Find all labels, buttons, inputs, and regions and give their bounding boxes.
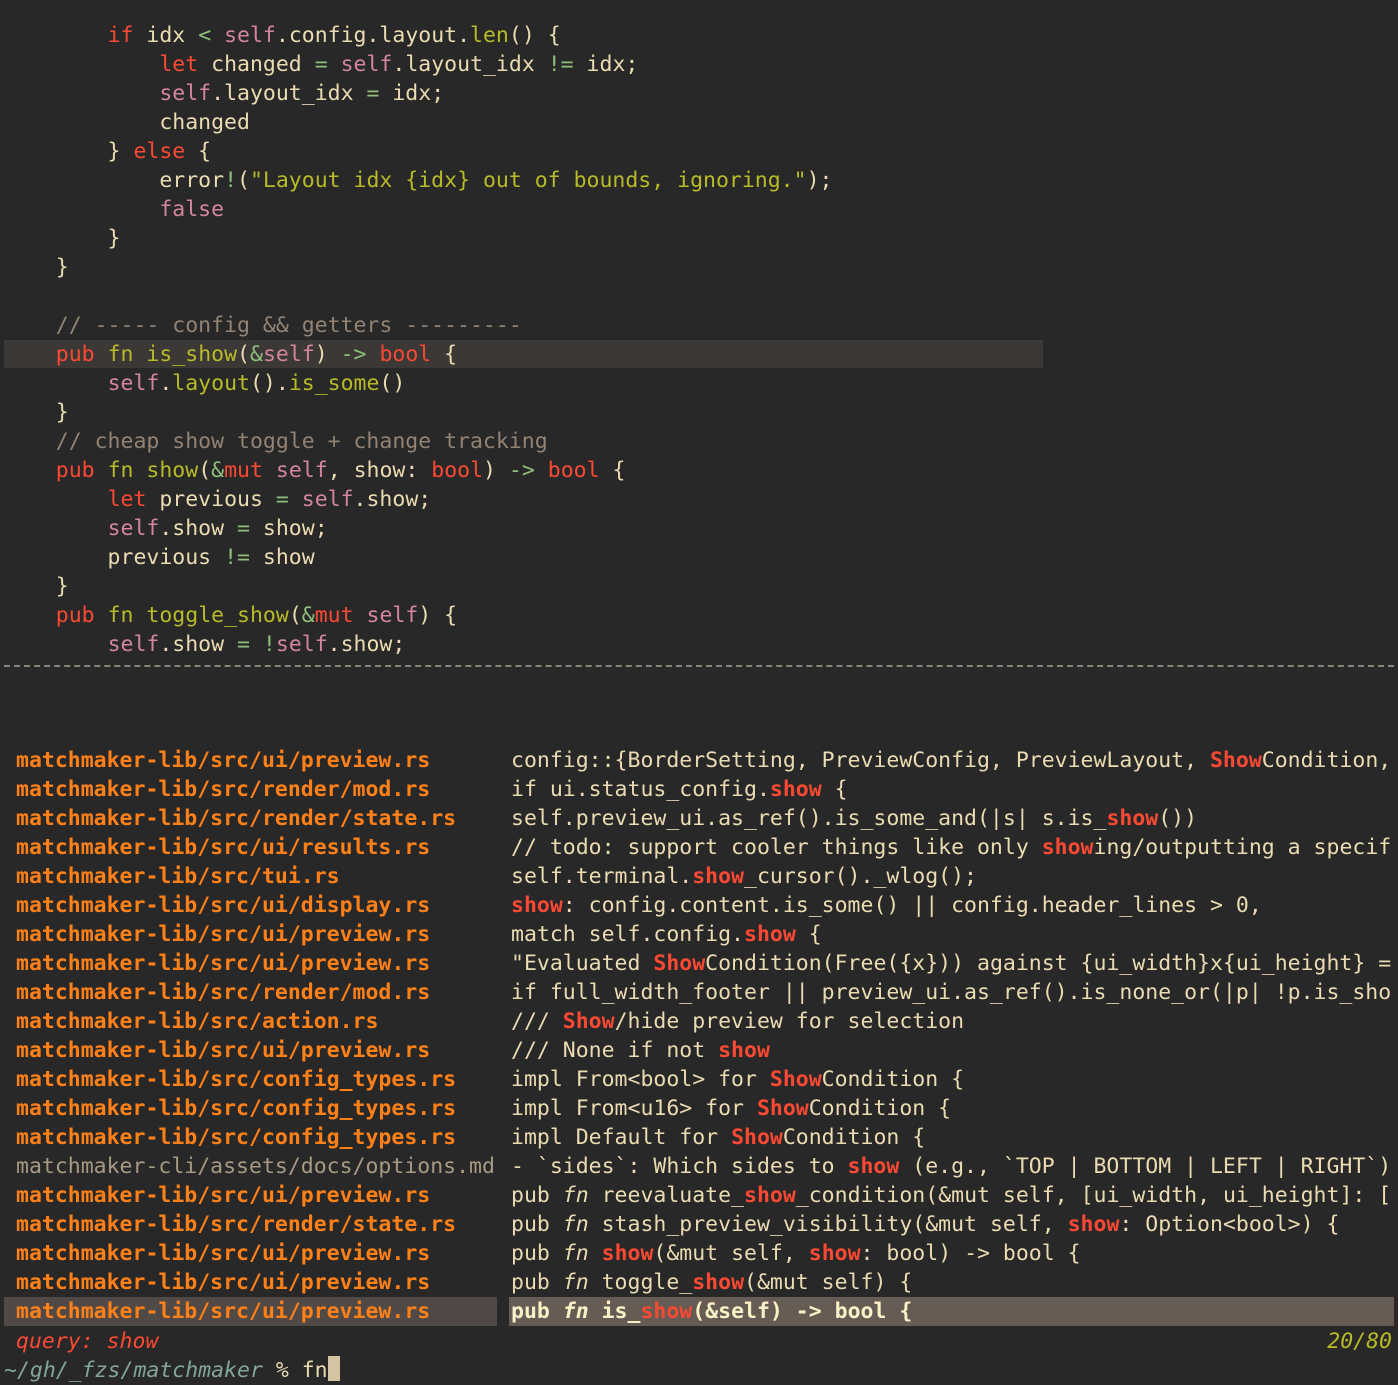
pane-separator xyxy=(4,665,1394,667)
result-match-text[interactable]: match self.config.show { xyxy=(511,920,1397,949)
result-file[interactable]: matchmaker-lib/src/ui/preview.rs xyxy=(16,746,430,775)
code-line[interactable]: } xyxy=(4,253,69,282)
code-line[interactable]: } xyxy=(4,572,69,601)
result-file[interactable]: matchmaker-lib/src/ui/preview.rs xyxy=(16,1268,430,1297)
cwd: ~/gh/_fzs/matchmaker xyxy=(4,1358,263,1383)
shell-prompt[interactable]: ~/gh/_fzs/matchmaker % fn xyxy=(4,1356,340,1385)
cursor xyxy=(327,1356,340,1381)
result-file[interactable]: matchmaker-lib/src/render/mod.rs xyxy=(16,775,430,804)
result-file[interactable]: matchmaker-lib/src/ui/preview.rs xyxy=(16,1297,430,1326)
result-file[interactable]: matchmaker-lib/src/render/mod.rs xyxy=(16,978,430,1007)
result-match-text[interactable]: impl From<u16> for ShowCondition { xyxy=(511,1094,1397,1123)
code-line[interactable]: changed xyxy=(4,108,250,137)
result-match-text[interactable]: pub fn reevaluate_show_condition(&mut se… xyxy=(511,1181,1397,1210)
result-file[interactable]: matchmaker-lib/src/config_types.rs xyxy=(16,1094,456,1123)
code-line[interactable]: pub fn is_show(&self) -> bool { xyxy=(4,340,457,369)
result-file[interactable]: matchmaker-lib/src/ui/results.rs xyxy=(16,833,430,862)
result-match-text[interactable]: - `sides`: Which sides to show (e.g., `T… xyxy=(511,1152,1397,1181)
result-match-text[interactable]: pub fn is_show(&self) -> bool { xyxy=(511,1297,1397,1326)
code-line[interactable]: self.layout_idx = idx; xyxy=(4,79,444,108)
code-line[interactable]: previous != show xyxy=(4,543,315,572)
code-line[interactable]: // ----- config && getters --------- xyxy=(4,311,522,340)
result-match-text[interactable]: self.preview_ui.as_ref().is_some_and(|s|… xyxy=(511,804,1397,833)
prompt-input[interactable]: fn xyxy=(302,1358,328,1383)
result-match-text[interactable]: config::{BorderSetting, PreviewConfig, P… xyxy=(511,746,1397,775)
result-match-text[interactable]: pub fn toggle_show(&mut self) { xyxy=(511,1268,1397,1297)
code-line[interactable]: pub fn toggle_show(&mut self) { xyxy=(4,601,457,630)
result-match-text[interactable]: "Evaluated ShowCondition(Free({x})) agai… xyxy=(511,949,1397,978)
code-line[interactable]: if idx < self.config.layout.len() { xyxy=(4,21,561,50)
code-line[interactable]: self.show = show; xyxy=(4,514,328,543)
result-file[interactable]: matchmaker-lib/src/ui/preview.rs xyxy=(16,1036,430,1065)
result-file[interactable]: matchmaker-lib/src/tui.rs xyxy=(16,862,340,891)
result-match-text[interactable]: show: config.content.is_some() || config… xyxy=(511,891,1397,920)
code-line[interactable]: pub fn show(&mut self, show: bool) -> bo… xyxy=(4,456,626,485)
result-match-text[interactable]: impl From<bool> for ShowCondition { xyxy=(511,1065,1397,1094)
result-file[interactable]: matchmaker-lib/src/config_types.rs xyxy=(16,1065,456,1094)
result-file[interactable]: matchmaker-lib/src/render/state.rs xyxy=(16,1210,456,1239)
result-match-text[interactable]: self.terminal.show_cursor()._wlog(); xyxy=(511,862,1397,891)
result-match-text[interactable]: // todo: support cooler things like only… xyxy=(511,833,1397,862)
code-line[interactable]: } xyxy=(4,224,121,253)
result-file[interactable]: matchmaker-cli/assets/docs/options.md xyxy=(16,1152,495,1181)
code-line[interactable]: false xyxy=(4,195,224,224)
query-label: query: show xyxy=(16,1329,159,1354)
result-match-text[interactable]: /// Show/hide preview for selection xyxy=(511,1007,1397,1036)
code-line[interactable]: self.show = !self.show; xyxy=(4,630,406,659)
code-line[interactable]: } xyxy=(4,398,69,427)
result-file[interactable]: matchmaker-lib/src/ui/preview.rs xyxy=(16,949,430,978)
code-line[interactable]: let changed = self.layout_idx != idx; xyxy=(4,50,638,79)
prompt-symbol: % xyxy=(262,1358,302,1383)
result-file[interactable]: matchmaker-lib/src/ui/display.rs xyxy=(16,891,430,920)
code-line[interactable]: // cheap show toggle + change tracking xyxy=(4,427,548,456)
result-file[interactable]: matchmaker-lib/src/config_types.rs xyxy=(16,1123,456,1152)
result-file[interactable]: matchmaker-lib/src/ui/preview.rs xyxy=(16,1239,430,1268)
result-match-text[interactable]: /// None if not show xyxy=(511,1036,1397,1065)
code-line[interactable]: error!("Layout idx {idx} out of bounds, … xyxy=(4,166,832,195)
result-match-text[interactable]: impl Default for ShowCondition { xyxy=(511,1123,1397,1152)
match-count: 20/80 xyxy=(1327,1329,1392,1354)
result-match-text[interactable]: pub fn stash_preview_visibility(&mut sel… xyxy=(511,1210,1397,1239)
code-line[interactable]: let previous = self.show; xyxy=(4,485,432,514)
result-match-text[interactable]: if ui.status_config.show { xyxy=(511,775,1397,804)
result-file[interactable]: matchmaker-lib/src/render/state.rs xyxy=(16,804,456,833)
result-file[interactable]: matchmaker-lib/src/ui/preview.rs xyxy=(16,920,430,949)
result-file[interactable]: matchmaker-lib/src/ui/preview.rs xyxy=(16,1181,430,1210)
result-file[interactable]: matchmaker-lib/src/action.rs xyxy=(16,1007,378,1036)
code-line[interactable]: } else { xyxy=(4,137,212,166)
result-match-text[interactable]: if full_width_footer || preview_ui.as_re… xyxy=(511,978,1397,1007)
code-line[interactable]: self.layout().is_some() xyxy=(4,369,406,398)
result-match-text[interactable]: pub fn show(&mut self, show: bool) -> bo… xyxy=(511,1239,1397,1268)
